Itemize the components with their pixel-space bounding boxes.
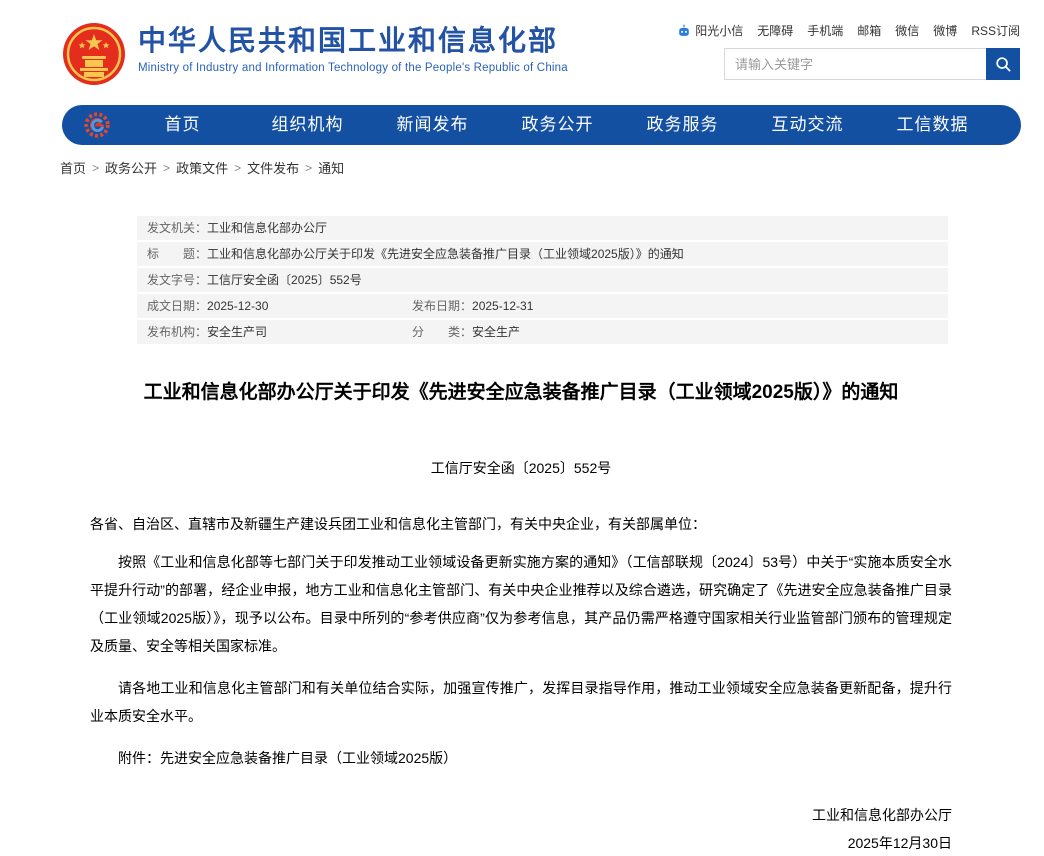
article-paragraph: 请各地工业和信息化主管部门和有关单位结合实际，加强宣传推广，发挥目录指导作用，推… xyxy=(90,674,952,730)
meta-row-doc-number: 发文字号： 工信厅安全函〔2025〕552号 xyxy=(137,268,948,292)
meta-value: 安全生产 xyxy=(472,326,520,339)
quick-link-weibo[interactable]: 微博 xyxy=(933,22,957,39)
quick-link-mobile[interactable]: 手机端 xyxy=(807,22,843,39)
meta-label: 发布日期： xyxy=(412,300,472,313)
meta-label: 分 类： xyxy=(412,326,472,339)
miit-gear-logo-icon xyxy=(82,110,112,140)
quick-link-label: 邮箱 xyxy=(857,22,881,39)
national-emblem-icon xyxy=(62,22,126,86)
meta-value: 工信厅安全函〔2025〕552号 xyxy=(207,274,362,287)
quick-link-sunshine[interactable]: 阳光小信 xyxy=(677,22,743,39)
quick-link-label: 手机端 xyxy=(807,22,843,39)
quick-link-label: RSS订阅 xyxy=(971,22,1020,39)
breadcrumb-document-release[interactable]: 文件发布 xyxy=(247,158,299,177)
nav-item-data[interactable]: 工信数据 xyxy=(870,105,995,145)
meta-label: 发布机构： xyxy=(147,326,207,339)
meta-value: 工业和信息化部办公厅关于印发《先进安全应急装备推广目录（工业领域2025版）》的… xyxy=(207,248,684,261)
quick-link-wechat[interactable]: 微信 xyxy=(895,22,919,39)
nav-item-organization[interactable]: 组织机构 xyxy=(245,105,370,145)
meta-row-publisher-category: 发布机构： 安全生产司 分 类： 安全生产 xyxy=(137,320,948,344)
quick-link-label: 无障碍 xyxy=(757,22,793,39)
quick-link-label: 微博 xyxy=(933,22,957,39)
search-bar xyxy=(724,48,1020,80)
meta-label: 标 题： xyxy=(147,248,207,261)
breadcrumb: 首页 > 政务公开 > 政策文件 > 文件发布 > 通知 xyxy=(60,158,344,177)
nav-item-gov-services[interactable]: 政务服务 xyxy=(620,105,745,145)
breadcrumb-separator: > xyxy=(92,161,99,175)
search-icon xyxy=(995,56,1012,73)
signature-block: 工业和信息化部办公厅 2025年12月30日 xyxy=(90,802,952,856)
breadcrumb-separator: > xyxy=(163,161,170,175)
article-attachment: 附件：先进安全应急装备推广目录（工业领域2025版） xyxy=(90,744,952,772)
nav-items: 首页 组织机构 新闻发布 政务公开 政务服务 互动交流 工信数据 xyxy=(120,105,995,145)
meta-value: 安全生产司 xyxy=(207,326,267,339)
quick-link-label: 微信 xyxy=(895,22,919,39)
quick-links: 阳光小信 无障碍 手机端 邮箱 微信 微博 RSS订阅 xyxy=(677,22,1020,39)
document-meta-table: 发文机关： 工业和信息化部办公厅 标 题： 工业和信息化部办公厅关于印发《先进安… xyxy=(137,216,948,344)
meta-value: 2025-12-31 xyxy=(472,300,533,313)
meta-row-dates: 成文日期： 2025-12-30 发布日期： 2025-12-31 xyxy=(137,294,948,318)
meta-label: 发文字号： xyxy=(147,274,207,287)
breadcrumb-home[interactable]: 首页 xyxy=(60,158,86,177)
robot-icon xyxy=(677,24,691,38)
breadcrumb-separator: > xyxy=(305,161,312,175)
article-salutation: 各省、自治区、直辖市及新疆生产建设兵团工业和信息化主管部门，有关中央企业，有关部… xyxy=(90,510,952,538)
meta-row-title: 标 题： 工业和信息化部办公厅关于印发《先进安全应急装备推广目录（工业领域202… xyxy=(137,242,948,266)
quick-link-mail[interactable]: 邮箱 xyxy=(857,22,881,39)
nav-item-news[interactable]: 新闻发布 xyxy=(370,105,495,145)
nav-item-home[interactable]: 首页 xyxy=(120,105,245,145)
breadcrumb-separator: > xyxy=(234,161,241,175)
site-header: 中华人民共和国工业和信息化部 Ministry of Industry and … xyxy=(0,0,1044,100)
article-paragraph: 按照《工业和信息化部等七部门关于印发推动工业领域设备更新实施方案的通知》（工信部… xyxy=(90,548,952,660)
document-content: 发文机关： 工业和信息化部办公厅 标 题： 工业和信息化部办公厅关于印发《先进安… xyxy=(90,216,952,856)
signature-date: 2025年12月30日 xyxy=(90,830,952,856)
nav-item-interaction[interactable]: 互动交流 xyxy=(745,105,870,145)
main-nav: 首页 组织机构 新闻发布 政务公开 政务服务 互动交流 工信数据 xyxy=(62,105,1021,145)
search-input[interactable] xyxy=(724,48,986,80)
quick-link-rss[interactable]: RSS订阅 xyxy=(971,22,1020,39)
quick-link-accessibility[interactable]: 无障碍 xyxy=(757,22,793,39)
article-doc-number: 工信厅安全函〔2025〕552号 xyxy=(90,458,952,478)
meta-value: 2025-12-30 xyxy=(207,300,268,313)
meta-label: 发文机关： xyxy=(147,222,207,235)
article-title: 工业和信息化部办公厅关于印发《先进安全应急装备推广目录（工业领域2025版）》的… xyxy=(90,380,952,406)
article-body: 各省、自治区、直辖市及新疆生产建设兵团工业和信息化主管部门，有关中央企业，有关部… xyxy=(90,510,952,856)
meta-value: 工业和信息化部办公厅 xyxy=(207,222,327,235)
search-button[interactable] xyxy=(986,48,1020,80)
signature-agency: 工业和信息化部办公厅 xyxy=(90,802,952,828)
nav-item-gov-disclosure[interactable]: 政务公开 xyxy=(495,105,620,145)
breadcrumb-notice[interactable]: 通知 xyxy=(318,158,344,177)
breadcrumb-gov-disclosure[interactable]: 政务公开 xyxy=(105,158,157,177)
site-subtitle: Ministry of Industry and Information Tec… xyxy=(138,62,568,74)
meta-row-issuing-agency: 发文机关： 工业和信息化部办公厅 xyxy=(137,216,948,240)
meta-label: 成文日期： xyxy=(147,300,207,313)
site-title: 中华人民共和国工业和信息化部 xyxy=(138,25,568,57)
breadcrumb-policy-documents[interactable]: 政策文件 xyxy=(176,158,228,177)
quick-link-label: 阳光小信 xyxy=(695,22,743,39)
site-brand[interactable]: 中华人民共和国工业和信息化部 Ministry of Industry and … xyxy=(62,22,568,86)
